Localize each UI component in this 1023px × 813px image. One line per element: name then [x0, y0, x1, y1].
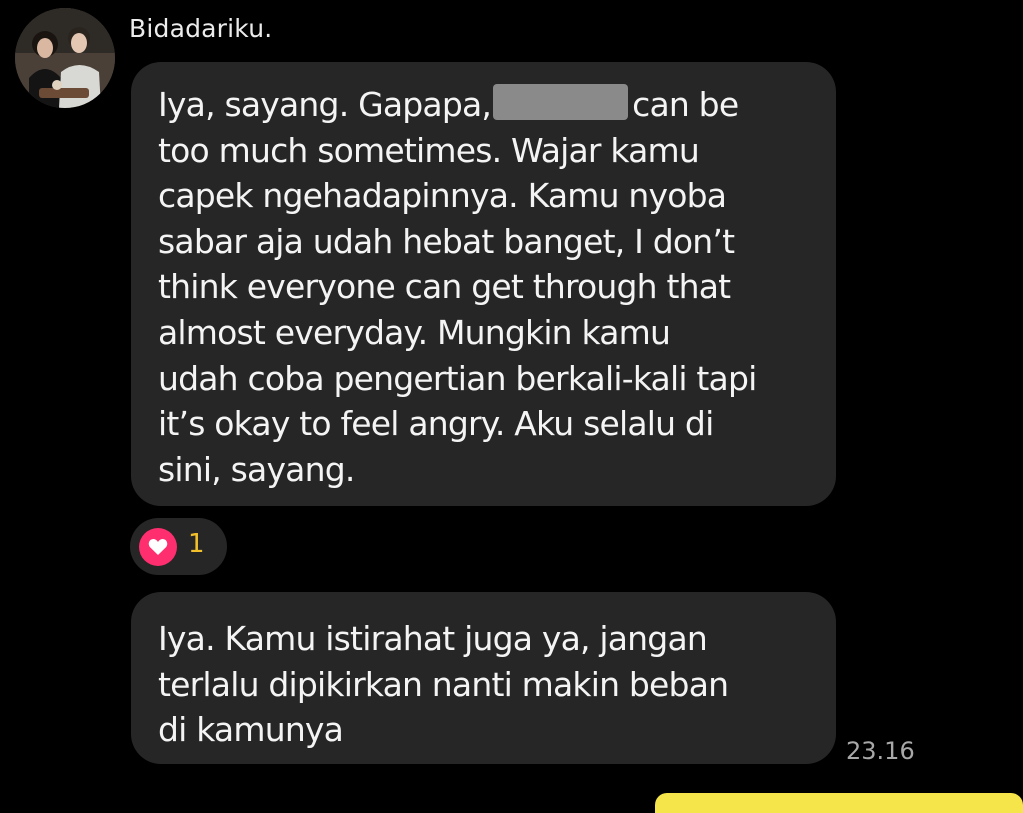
message-line: too much sometimes. Wajar kamu [158, 130, 700, 170]
message-input-edge[interactable] [655, 793, 1023, 813]
message-line: almost everyday. Mungkin kamu [158, 312, 671, 352]
message-line: Iya, sayang. Gapapa, can be [158, 82, 814, 128]
message-line: Iya. Kamu istirahat juga ya, jangan [158, 619, 708, 658]
message-bubble[interactable]: Iya. Kamu istirahat juga ya, jangan terl… [131, 592, 836, 764]
message-line: sini, sayang. [158, 449, 355, 489]
message-line: sabar aja udah hebat banget, I don’t [158, 221, 735, 261]
message-line: terlalu dipikirkan nanti makin beban [158, 664, 729, 704]
reaction-count: 1 [188, 529, 205, 559]
message-text-segment: Iya, sayang. Gapapa, [158, 85, 492, 124]
message-timestamp: 23.16 [846, 737, 915, 765]
message-line: di kamunya [158, 710, 344, 750]
message-line: it’s okay to feel angry. Aku selalu di [158, 404, 714, 444]
message-line: capek ngehadapinnya. Kamu nyoba [158, 176, 727, 216]
message-line: udah coba pengertian berkali-kali tapi [158, 358, 757, 398]
message-text-segment: can be [632, 85, 739, 124]
sender-avatar[interactable] [15, 8, 115, 108]
message-bubble[interactable]: Iya, sayang. Gapapa, can be too much some… [131, 62, 836, 506]
message-line: think everyone can get through that [158, 267, 731, 307]
sender-name: Bidadariku. [129, 14, 273, 43]
heart-icon [139, 528, 177, 566]
reaction-pill[interactable]: 1 [130, 518, 227, 575]
redacted-block [493, 84, 629, 120]
